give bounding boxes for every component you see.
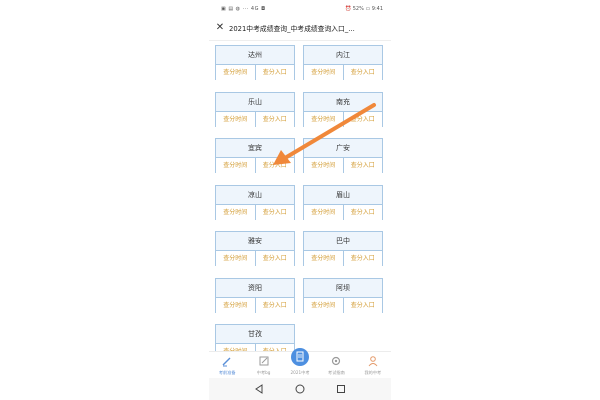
card-links: 查分时间查分入口 (216, 297, 294, 313)
card-links: 查分时间查分入口 (304, 251, 382, 266)
nav-item[interactable]: 中考bg (245, 352, 281, 379)
score-entry-link[interactable]: 查分入口 (255, 204, 294, 220)
city-name: 资阳 (216, 279, 294, 298)
card-links: 查分时间查分入口 (216, 251, 294, 266)
city-card: 达州 查分时间 查分入口 (215, 45, 295, 80)
city-card: 巴中 查分时间 查分入口 (303, 231, 383, 266)
card-links: 查分时间查分入口 (216, 111, 294, 127)
city-name: 宜宾 (216, 139, 294, 158)
nav-label: 中考bg (256, 370, 271, 375)
score-time-link[interactable]: 查分时间 (216, 65, 256, 80)
score-time-link[interactable]: 查分时间 (216, 158, 256, 173)
city-card: 雅安 查分时间 查分入口 (215, 231, 295, 266)
recent-apps-icon[interactable] (335, 383, 347, 395)
nav-item[interactable]: 我的中考 (355, 352, 391, 379)
bottom-navigation: 考前准备 中考bg 2021中考 考试指南 我的中考 (209, 348, 391, 379)
home-icon[interactable] (294, 383, 306, 395)
score-entry-link[interactable]: 查分入口 (255, 251, 294, 266)
score-time-link[interactable]: 查分时间 (216, 251, 256, 266)
score-entry-link[interactable]: 查分入口 (343, 251, 382, 266)
back-icon[interactable] (253, 383, 265, 395)
nav-item[interactable]: 考前准备 (209, 352, 245, 379)
city-grid: 达州 查分时间 查分入口 内江 查分时间 查分入口 乐山 查分时间 查分入口 南充 查分时间 查分入口… (209, 41, 391, 359)
nav-item[interactable]: 考试指南 (318, 352, 354, 379)
score-time-link[interactable]: 查分时间 (304, 65, 344, 80)
card-links: 查分时间查分入口 (304, 297, 382, 313)
score-entry-link[interactable]: 查分入口 (343, 297, 382, 313)
city-name: 甘孜 (216, 325, 294, 344)
city-name: 凉山 (216, 186, 294, 205)
score-entry-link[interactable]: 查分入口 (255, 158, 294, 173)
score-entry-link[interactable]: 查分入口 (343, 65, 382, 80)
score-entry-link[interactable]: 查分入口 (343, 158, 382, 173)
score-entry-link[interactable]: 查分入口 (255, 111, 294, 127)
card-links: 查分时间查分入口 (304, 111, 382, 127)
city-name: 阿坝 (304, 279, 382, 298)
nav-label: 考试指南 (328, 370, 345, 375)
score-entry-link[interactable]: 查分入口 (255, 297, 294, 313)
nav-label: 2021中考 (290, 370, 310, 375)
score-time-link[interactable]: 查分时间 (216, 297, 256, 313)
close-icon[interactable]: ✕ (213, 21, 227, 35)
score-time-link[interactable]: 查分时间 (304, 111, 344, 127)
pencil-icon (222, 357, 231, 367)
city-name: 眉山 (304, 186, 382, 205)
city-name: 乐山 (216, 93, 294, 112)
score-entry-link[interactable]: 查分入口 (255, 65, 294, 80)
city-card: 资阳 查分时间 查分入口 (215, 277, 295, 313)
city-card: 内江 查分时间 查分入口 (303, 45, 383, 80)
city-card: 阿坝 查分时间 查分入口 (303, 277, 383, 313)
city-name: 南充 (304, 93, 382, 112)
card-links: 查分时间查分入口 (304, 158, 382, 173)
city-card: 广安 查分时间 查分入口 (303, 138, 383, 173)
gear-icon (332, 356, 341, 366)
card-links: 查分时间查分入口 (216, 204, 294, 220)
system-navigation-bar (209, 378, 391, 400)
score-time-link[interactable]: 查分时间 (216, 204, 256, 220)
page-header: ✕ 2021中考成绩查询_中考成绩查询入口_... (209, 18, 391, 41)
nav-item[interactable]: 2021中考 (282, 348, 318, 379)
score-time-link[interactable]: 查分时间 (304, 204, 344, 220)
city-name: 达州 (216, 46, 294, 65)
edit-icon (259, 356, 269, 366)
document-icon (291, 348, 310, 366)
status-icons-left: ▣ ▤ ◍ ··· 4G ◘ (221, 6, 266, 12)
score-time-link[interactable]: 查分时间 (304, 297, 344, 313)
city-card: 乐山 查分时间 查分入口 (215, 91, 295, 127)
nav-label: 考前准备 (218, 370, 236, 375)
city-name: 巴中 (304, 232, 382, 251)
city-card: 南充 查分时间 查分入口 (303, 91, 383, 127)
city-card: 眉山 查分时间 查分入口 (303, 184, 383, 220)
card-links: 查分时间查分入口 (216, 65, 294, 80)
city-name: 广安 (304, 139, 382, 158)
score-entry-link[interactable]: 查分入口 (343, 111, 382, 127)
nav-label: 我的中考 (364, 370, 382, 375)
status-bar: ▣ ▤ ◍ ··· 4G ◘ ⏰ 52% ▭ 9:41 (209, 0, 391, 18)
score-entry-link[interactable]: 查分入口 (343, 204, 382, 220)
page-title: 2021中考成绩查询_中考成绩查询入口_... (229, 25, 355, 33)
score-time-link[interactable]: 查分时间 (216, 111, 256, 127)
person-icon (368, 356, 378, 367)
city-name: 内江 (304, 46, 382, 65)
city-card: 宜宾 查分时间 查分入口 (215, 138, 295, 173)
city-card: 凉山 查分时间 查分入口 (215, 184, 295, 220)
score-time-link[interactable]: 查分时间 (304, 158, 344, 173)
score-time-link[interactable]: 查分时间 (304, 251, 344, 266)
card-links: 查分时间查分入口 (304, 204, 382, 220)
card-links: 查分时间查分入口 (304, 65, 382, 80)
phone-screen: ▣ ▤ ◍ ··· 4G ◘ ⏰ 52% ▭ 9:41 ✕ 2021中考成绩查询… (209, 0, 391, 400)
status-icons-right: ⏰ 52% ▭ 9:41 (344, 6, 383, 12)
city-name: 雅安 (216, 232, 294, 251)
card-links: 查分时间查分入口 (216, 158, 294, 173)
